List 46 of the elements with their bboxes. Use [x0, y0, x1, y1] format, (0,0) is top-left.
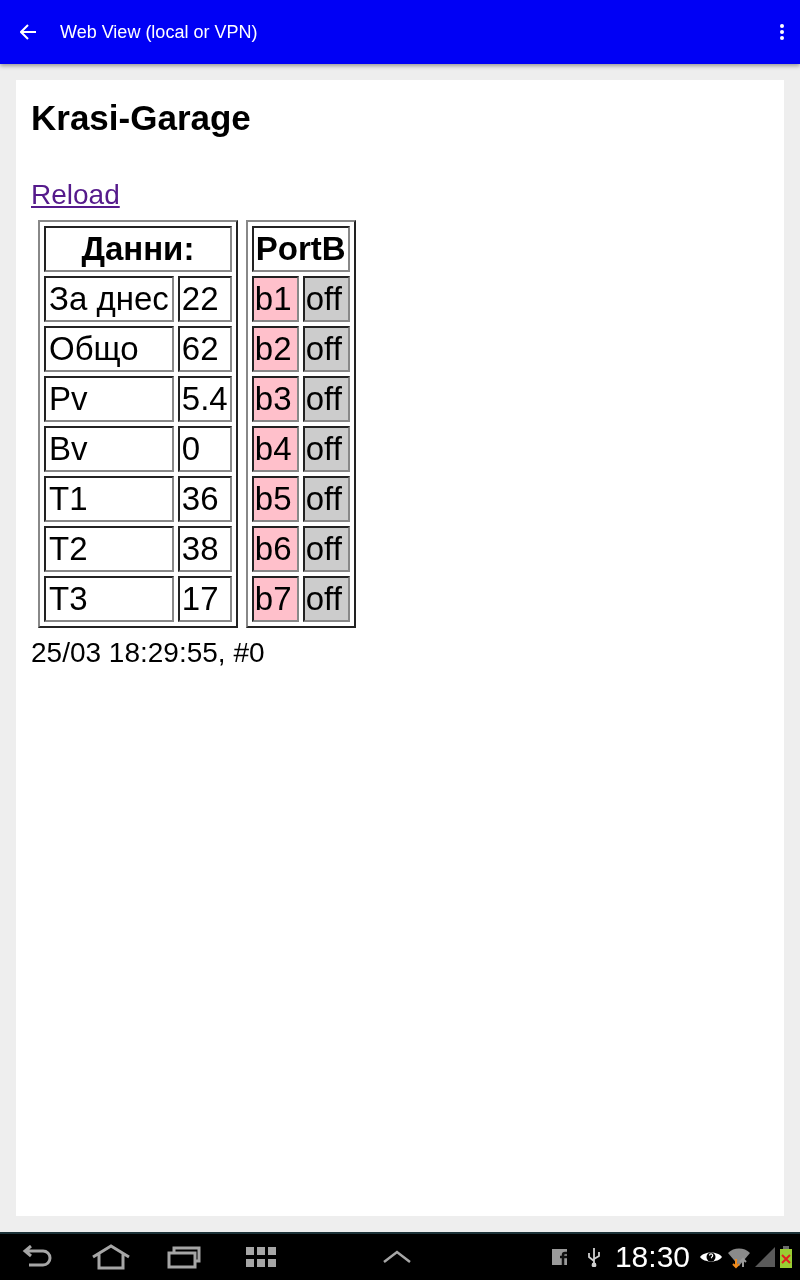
state-cell: off	[302, 276, 350, 322]
value-cell: 0	[177, 426, 232, 472]
back-arrow-icon[interactable]	[20, 24, 36, 40]
header-cell: Данни:	[44, 226, 232, 272]
more-options-icon[interactable]	[780, 24, 784, 40]
pin-cell: b3	[251, 376, 299, 422]
caret-up-icon[interactable]	[383, 1250, 411, 1264]
state-cell: off	[302, 476, 350, 522]
state-cell: off	[302, 576, 350, 622]
pin-cell: b6	[251, 526, 299, 572]
label-cell: T3	[44, 576, 174, 622]
value-cell: 17	[177, 576, 232, 622]
label-cell: Общо	[44, 326, 174, 372]
value-cell: 22	[177, 276, 232, 322]
back-icon[interactable]	[21, 1245, 53, 1269]
label-cell: Bv	[44, 426, 174, 472]
apps-grid-icon[interactable]	[246, 1247, 276, 1267]
value-cell: 62	[177, 326, 232, 372]
state-cell: off	[302, 526, 350, 572]
pin-cell: b2	[251, 326, 299, 372]
page-heading: Krasi-Garage	[31, 97, 251, 139]
screen-title: Web View (local or VPN)	[60, 20, 258, 44]
recent-apps-icon[interactable]	[167, 1245, 201, 1269]
signal-icon	[755, 1247, 775, 1267]
pin-cell: b7	[251, 576, 299, 622]
pin-cell: b1	[251, 276, 299, 322]
usb-icon	[586, 1247, 601, 1267]
value-cell: 38	[177, 526, 232, 572]
state-cell: off	[302, 326, 350, 372]
state-cell: off	[302, 426, 350, 472]
label-cell: За днес	[44, 276, 174, 322]
clock-text: 18:30	[614, 1240, 690, 1274]
label-cell: Pv	[44, 376, 174, 422]
label-cell: T1	[44, 476, 174, 522]
value-cell: 36	[177, 476, 232, 522]
timestamp-text: 25/03 18:29:55, #0	[31, 636, 265, 670]
header-cell: PortB	[251, 226, 350, 272]
home-icon[interactable]	[91, 1244, 131, 1270]
label-cell: T2	[44, 526, 174, 572]
app-notification-icon	[551, 1249, 567, 1265]
pin-cell: b4	[251, 426, 299, 472]
battery-icon	[780, 1246, 792, 1268]
value-cell: 5.4	[177, 376, 232, 422]
state-cell: off	[302, 376, 350, 422]
pin-cell: b5	[251, 476, 299, 522]
reload-link[interactable]: Reload	[31, 178, 120, 212]
